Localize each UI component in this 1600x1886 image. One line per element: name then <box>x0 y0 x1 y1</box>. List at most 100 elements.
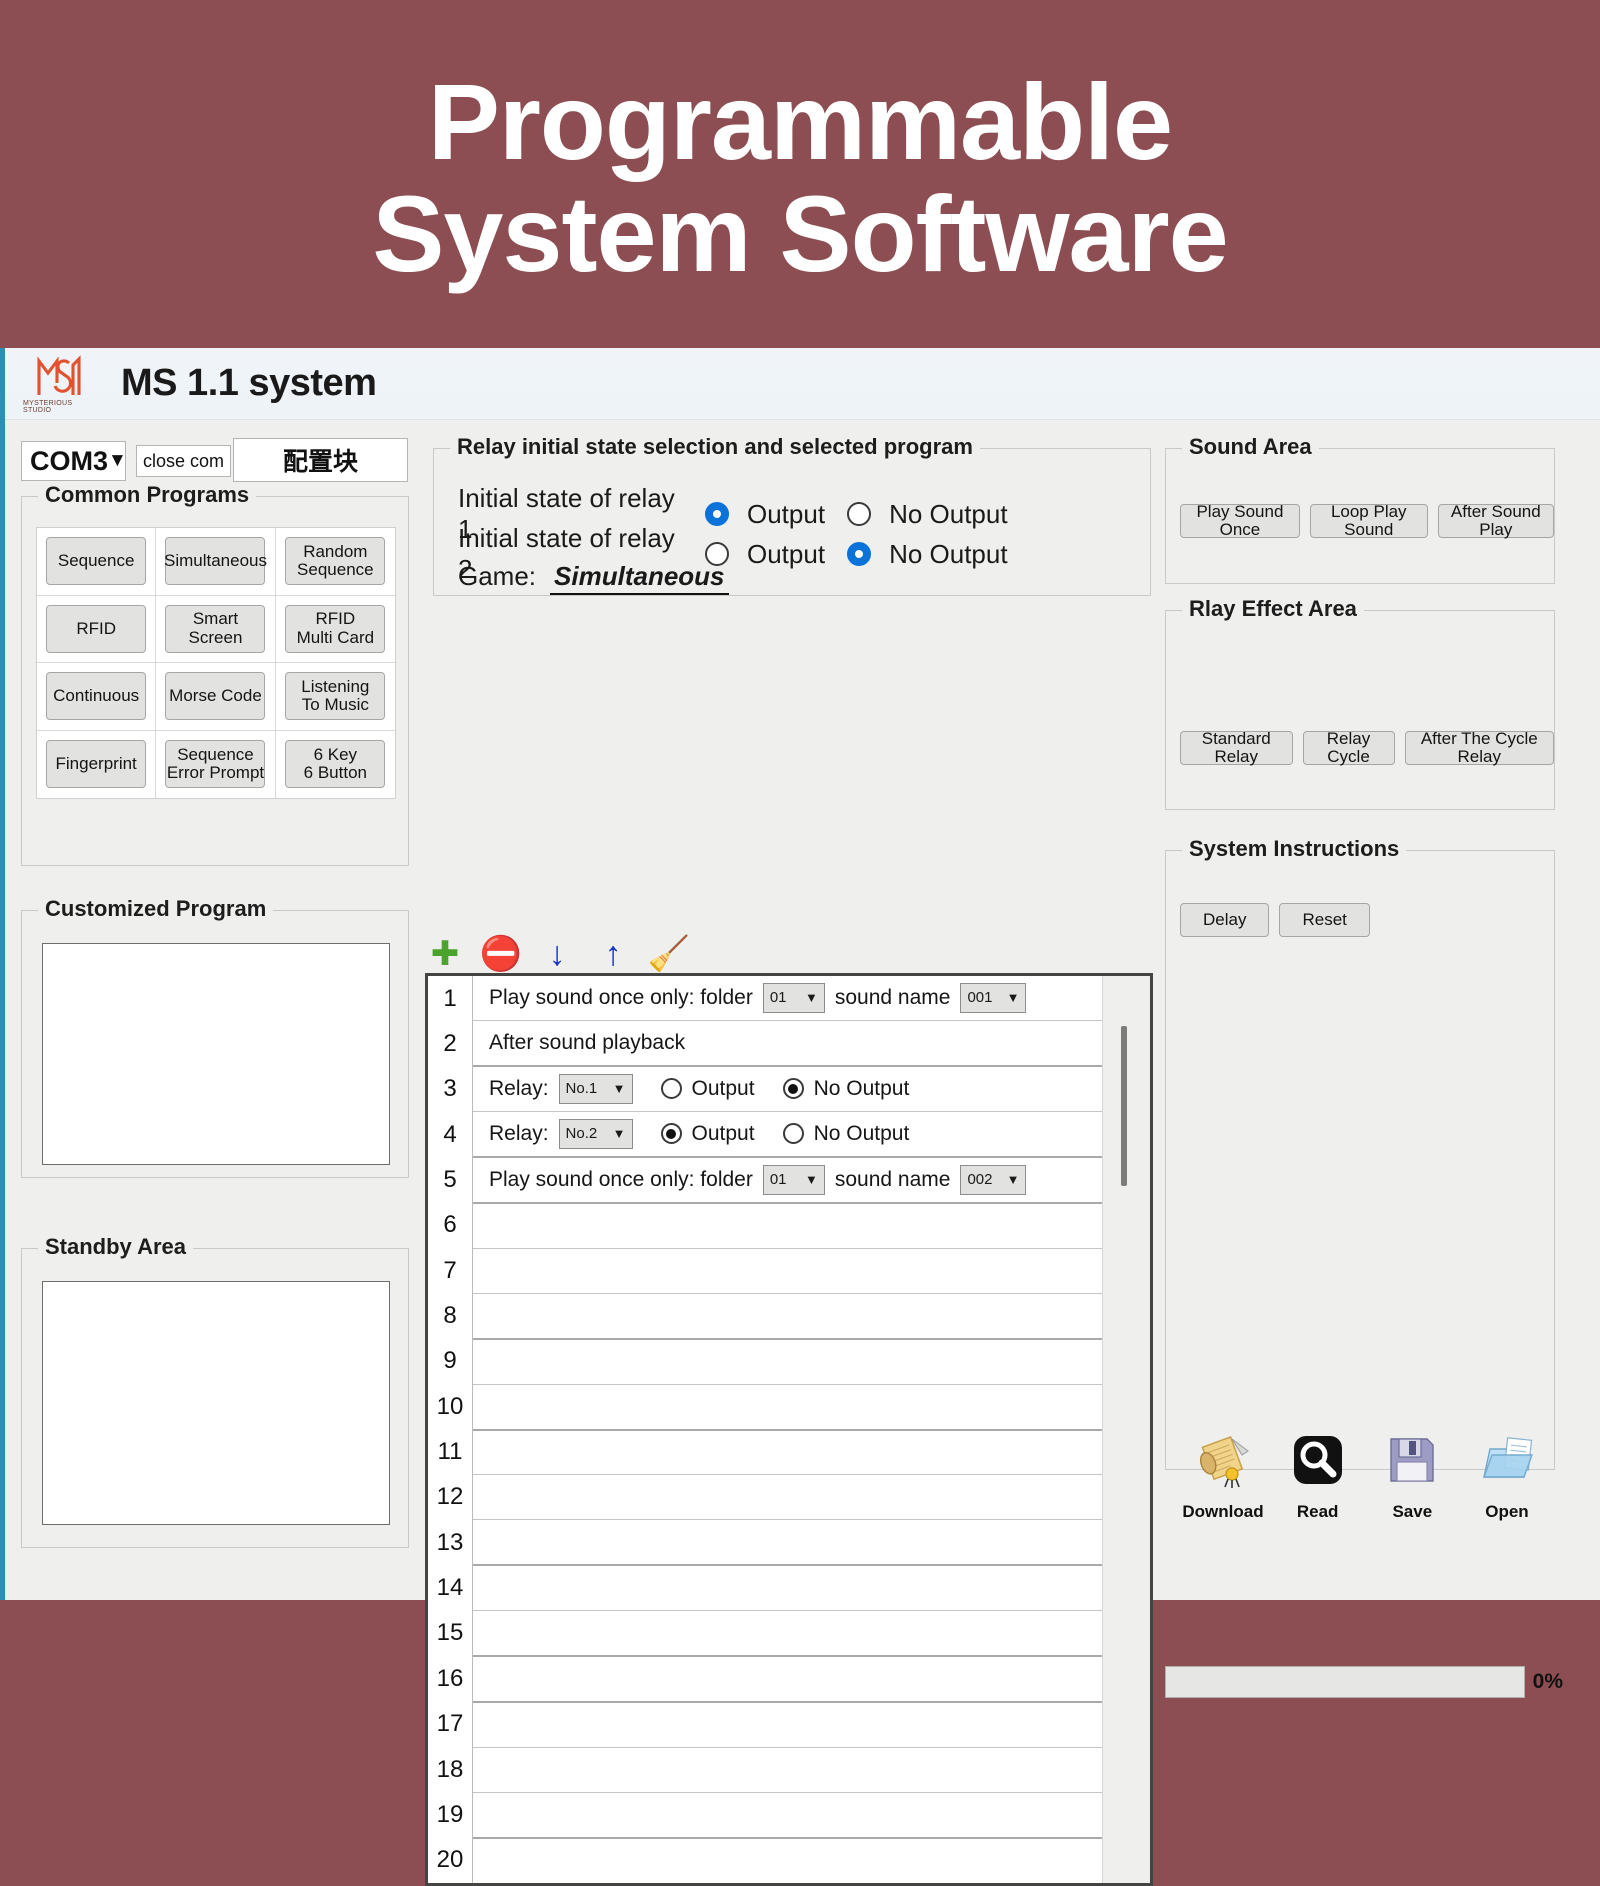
system-instruction-button-1[interactable]: Reset <box>1279 903 1370 937</box>
row-number: 16 <box>436 1664 464 1692</box>
list-scrollbar[interactable] <box>1102 976 1150 1883</box>
table-row[interactable] <box>473 1204 1102 1249</box>
common-program-button-1[interactable]: Simultaneous <box>164 537 267 586</box>
table-row[interactable] <box>473 1748 1102 1794</box>
folder-select[interactable]: 01 ▼ <box>762 982 825 1013</box>
relay-output-radio[interactable] <box>660 1123 682 1145</box>
relay-select-value: No.1 <box>565 1080 598 1098</box>
customized-program-list[interactable] <box>42 943 390 1165</box>
sound-area-button-1[interactable]: Loop Play Sound <box>1309 502 1428 539</box>
download-scroll-button[interactable]: Download <box>1180 1428 1266 1522</box>
remove-icon[interactable]: ⛔ <box>480 936 522 972</box>
com-port-value: COM3 <box>30 445 109 476</box>
common-program-button-2[interactable]: Random Sequence <box>285 537 386 586</box>
output-option: Output <box>660 1122 755 1146</box>
table-row[interactable] <box>473 1385 1102 1431</box>
save-floppy-icon <box>1383 1428 1441 1492</box>
clear-broom-icon[interactable]: 🧹 <box>648 936 690 972</box>
action-label: Read <box>1296 1502 1339 1521</box>
sound-name-select[interactable]: 002 ▼ <box>960 1164 1027 1195</box>
table-row[interactable]: After sound playback <box>473 1021 1102 1067</box>
relay-effect-button-2[interactable]: After The Cycle Relay <box>1404 729 1554 766</box>
common-program-button-6[interactable]: Continuous <box>46 672 147 721</box>
table-row[interactable] <box>473 1475 1102 1521</box>
relay-2-no-output-radio[interactable] <box>847 542 872 566</box>
scrollbar-thumb[interactable] <box>1121 1026 1127 1186</box>
relay-effect-button-0[interactable]: Standard Relay <box>1180 729 1293 766</box>
row-number: 1 <box>443 984 457 1012</box>
folder-select-value: 01 <box>769 989 787 1007</box>
common-program-button-5[interactable]: RFID Multi Card <box>285 604 386 653</box>
download-scroll-icon <box>1194 1428 1252 1492</box>
table-row[interactable] <box>473 1793 1102 1840</box>
promo-banner: Programmable System Software <box>0 0 1600 348</box>
common-program-button-8[interactable]: Listening To Music <box>285 672 386 721</box>
com-port-select[interactable]: COM3 ▼ <box>21 441 127 481</box>
read-magnifier-button[interactable]: Read <box>1275 1428 1361 1522</box>
common-program-button-4[interactable]: Smart Screen <box>165 604 266 653</box>
sound-area-button-2[interactable]: After Sound Play <box>1437 502 1554 539</box>
sound-name-select[interactable]: 001 ▼ <box>960 982 1027 1013</box>
table-row[interactable] <box>473 1703 1102 1749</box>
common-program-button-10[interactable]: Sequence Error Prompt <box>165 740 266 789</box>
game-row: Game: Simultaneous <box>458 561 729 595</box>
table-row[interactable] <box>473 1431 1102 1476</box>
standby-area-group: Standby Area <box>21 1234 409 1548</box>
row-label: Relay: <box>489 1121 549 1145</box>
common-program-cell: Sequence <box>37 528 157 596</box>
close-com-button[interactable]: close com <box>136 445 231 477</box>
standby-area-list[interactable] <box>42 1281 390 1525</box>
folder-select[interactable]: 01 ▼ <box>762 1164 825 1195</box>
system-instruction-button-0[interactable]: Delay <box>1180 903 1270 937</box>
common-program-cell: 6 Key 6 Button <box>276 731 395 799</box>
relay-output-radio[interactable] <box>660 1078 682 1100</box>
common-program-button-0[interactable]: Sequence <box>46 537 147 586</box>
read-magnifier-icon <box>1289 1428 1347 1492</box>
row-number: 19 <box>436 1800 464 1828</box>
table-row[interactable]: Play sound once only: folder 01 ▼ sound nam… <box>473 1158 1102 1204</box>
config-block-button[interactable]: 配置块 <box>233 438 408 482</box>
game-value: Simultaneous <box>550 561 729 595</box>
common-program-button-7[interactable]: Morse Code <box>165 672 266 721</box>
table-row[interactable] <box>473 1294 1102 1340</box>
table-row[interactable] <box>473 1249 1102 1294</box>
open-folder-button[interactable]: Open <box>1464 1428 1550 1522</box>
relay-select[interactable]: No.2 ▼ <box>558 1118 633 1149</box>
common-program-button-11[interactable]: 6 Key 6 Button <box>285 740 386 789</box>
common-program-cell: Random Sequence <box>275 528 395 596</box>
table-row[interactable]: Relay: No.1 ▼ Output No Output <box>473 1067 1102 1112</box>
chevron-down-icon: ▼ <box>1006 990 1020 1006</box>
table-row[interactable] <box>473 1611 1102 1658</box>
relay-no-output-radio[interactable] <box>782 1078 804 1100</box>
table-row[interactable] <box>473 1340 1102 1385</box>
customized-program-group: Customized Program <box>21 896 409 1178</box>
row-number: 6 <box>443 1211 457 1239</box>
row-content-column: Play sound once only: folder 01 ▼ sound nam… <box>473 976 1102 1883</box>
table-row[interactable]: Relay: No.2 ▼ Output No Output <box>473 1112 1102 1158</box>
move-up-icon[interactable]: ↑ <box>595 936 631 972</box>
chevron-down-icon: ▼ <box>804 990 818 1006</box>
common-program-button-3[interactable]: RFID <box>46 604 147 653</box>
action-label: Open <box>1485 1502 1529 1521</box>
common-programs-grid: Sequence Simultaneous Random Sequence RFID Sm… <box>36 527 396 799</box>
sound-area-button-0[interactable]: Play Sound Once <box>1180 502 1300 539</box>
save-floppy-button[interactable]: Save <box>1369 1428 1455 1522</box>
action-label: Download <box>1182 1502 1264 1521</box>
relay-no-output-radio[interactable] <box>782 1123 804 1145</box>
table-row[interactable]: Play sound once only: folder 01 ▼ sound nam… <box>473 976 1102 1021</box>
move-down-icon[interactable]: ↓ <box>539 936 575 972</box>
common-program-cell: Continuous <box>37 663 157 731</box>
common-program-button-9[interactable]: Fingerprint <box>46 740 147 789</box>
table-row[interactable] <box>473 1566 1102 1612</box>
banner-title-line-1: Programmable <box>427 60 1173 182</box>
table-row[interactable] <box>473 1839 1102 1883</box>
relay-select[interactable]: No.1 ▼ <box>558 1073 633 1104</box>
table-row[interactable] <box>473 1657 1102 1704</box>
relay-effect-button-1[interactable]: Relay Cycle <box>1302 729 1395 766</box>
customized-program-legend: Customized Program <box>38 896 274 922</box>
add-icon[interactable]: ✚ <box>427 936 463 972</box>
table-row[interactable] <box>473 1520 1102 1567</box>
chevron-down-icon: ▼ <box>612 1081 626 1097</box>
common-program-cell: Fingerprint <box>37 730 157 798</box>
row-number: 3 <box>443 1075 457 1103</box>
